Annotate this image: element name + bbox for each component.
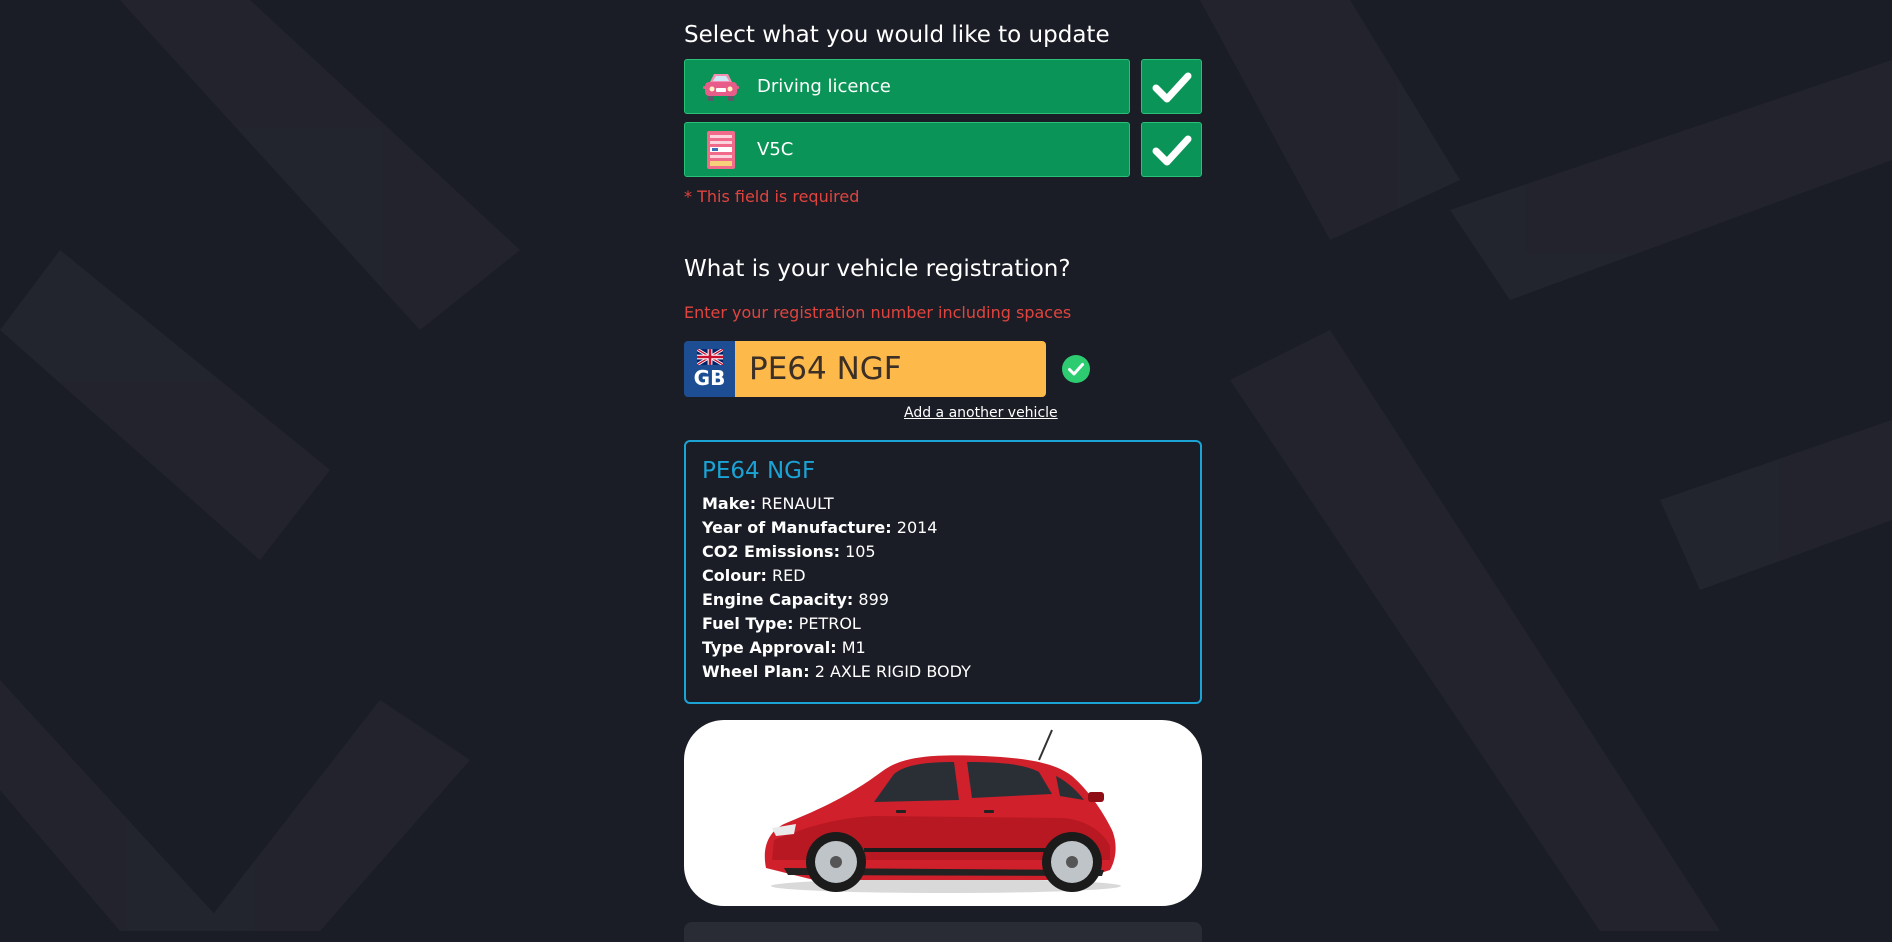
spec-value: 2014 bbox=[896, 518, 938, 537]
car-icon bbox=[701, 67, 741, 107]
spec-year: Year of Manufacture: 2014 bbox=[702, 516, 1184, 540]
spec-value: RED bbox=[771, 566, 806, 585]
registration-heading: What is your vehicle registration? bbox=[684, 256, 1071, 282]
spec-co2: CO2 Emissions: 105 bbox=[702, 540, 1184, 564]
option-driving-licence[interactable]: Driving licence bbox=[684, 59, 1130, 114]
spec-type-approval: Type Approval: M1 bbox=[702, 636, 1184, 660]
country-badge: GB bbox=[684, 341, 735, 397]
document-icon bbox=[701, 130, 741, 170]
next-section-panel bbox=[684, 922, 1202, 942]
spec-label: Engine Capacity: bbox=[702, 590, 854, 609]
country-code: GB bbox=[693, 366, 726, 390]
car-photo bbox=[764, 729, 1121, 893]
vehicle-details-card: PE64 NGF Make: RENAULT Year of Manufactu… bbox=[684, 440, 1202, 704]
option-v5c[interactable]: V5C bbox=[684, 122, 1130, 177]
spec-label: Type Approval: bbox=[702, 638, 837, 657]
spec-label: Year of Manufacture: bbox=[702, 518, 892, 537]
union-flag-icon bbox=[696, 349, 723, 365]
spec-value: 899 bbox=[858, 590, 889, 609]
spec-value: RENAULT bbox=[761, 494, 834, 513]
required-error: * This field is required bbox=[684, 187, 860, 206]
spec-value: M1 bbox=[841, 638, 866, 657]
spec-make: Make: RENAULT bbox=[702, 492, 1184, 516]
spec-value: 105 bbox=[845, 542, 876, 561]
registration-hint: Enter your registration number including… bbox=[684, 303, 1072, 322]
valid-check-icon bbox=[1062, 355, 1090, 383]
spec-engine: Engine Capacity: 899 bbox=[702, 588, 1184, 612]
registration-row: GB bbox=[684, 341, 1104, 397]
checkmark-icon bbox=[1152, 72, 1191, 102]
spec-wheel-plan: Wheel Plan: 2 AXLE RIGID BODY bbox=[702, 660, 1184, 684]
spec-value: PETROL bbox=[798, 614, 861, 633]
spec-colour: Colour: RED bbox=[702, 564, 1184, 588]
spec-fuel: Fuel Type: PETROL bbox=[702, 612, 1184, 636]
spec-label: Wheel Plan: bbox=[702, 662, 810, 681]
registration-input[interactable] bbox=[735, 341, 1046, 397]
driving-licence-checkbox[interactable] bbox=[1141, 59, 1202, 114]
vehicle-registration: PE64 NGF bbox=[702, 458, 816, 484]
spec-label: CO2 Emissions: bbox=[702, 542, 840, 561]
option-label: V5C bbox=[757, 139, 794, 160]
vehicle-image-panel bbox=[684, 720, 1202, 906]
spec-value: 2 AXLE RIGID BODY bbox=[814, 662, 971, 681]
spec-label: Fuel Type: bbox=[702, 614, 794, 633]
add-vehicle-link[interactable]: Add a another vehicle bbox=[904, 405, 1058, 421]
option-label: Driving licence bbox=[757, 76, 891, 97]
spec-label: Make: bbox=[702, 494, 757, 513]
checkmark-icon bbox=[1152, 135, 1191, 165]
v5c-checkbox[interactable] bbox=[1141, 122, 1202, 177]
spec-label: Colour: bbox=[702, 566, 767, 585]
update-heading: Select what you would like to update bbox=[684, 22, 1110, 48]
